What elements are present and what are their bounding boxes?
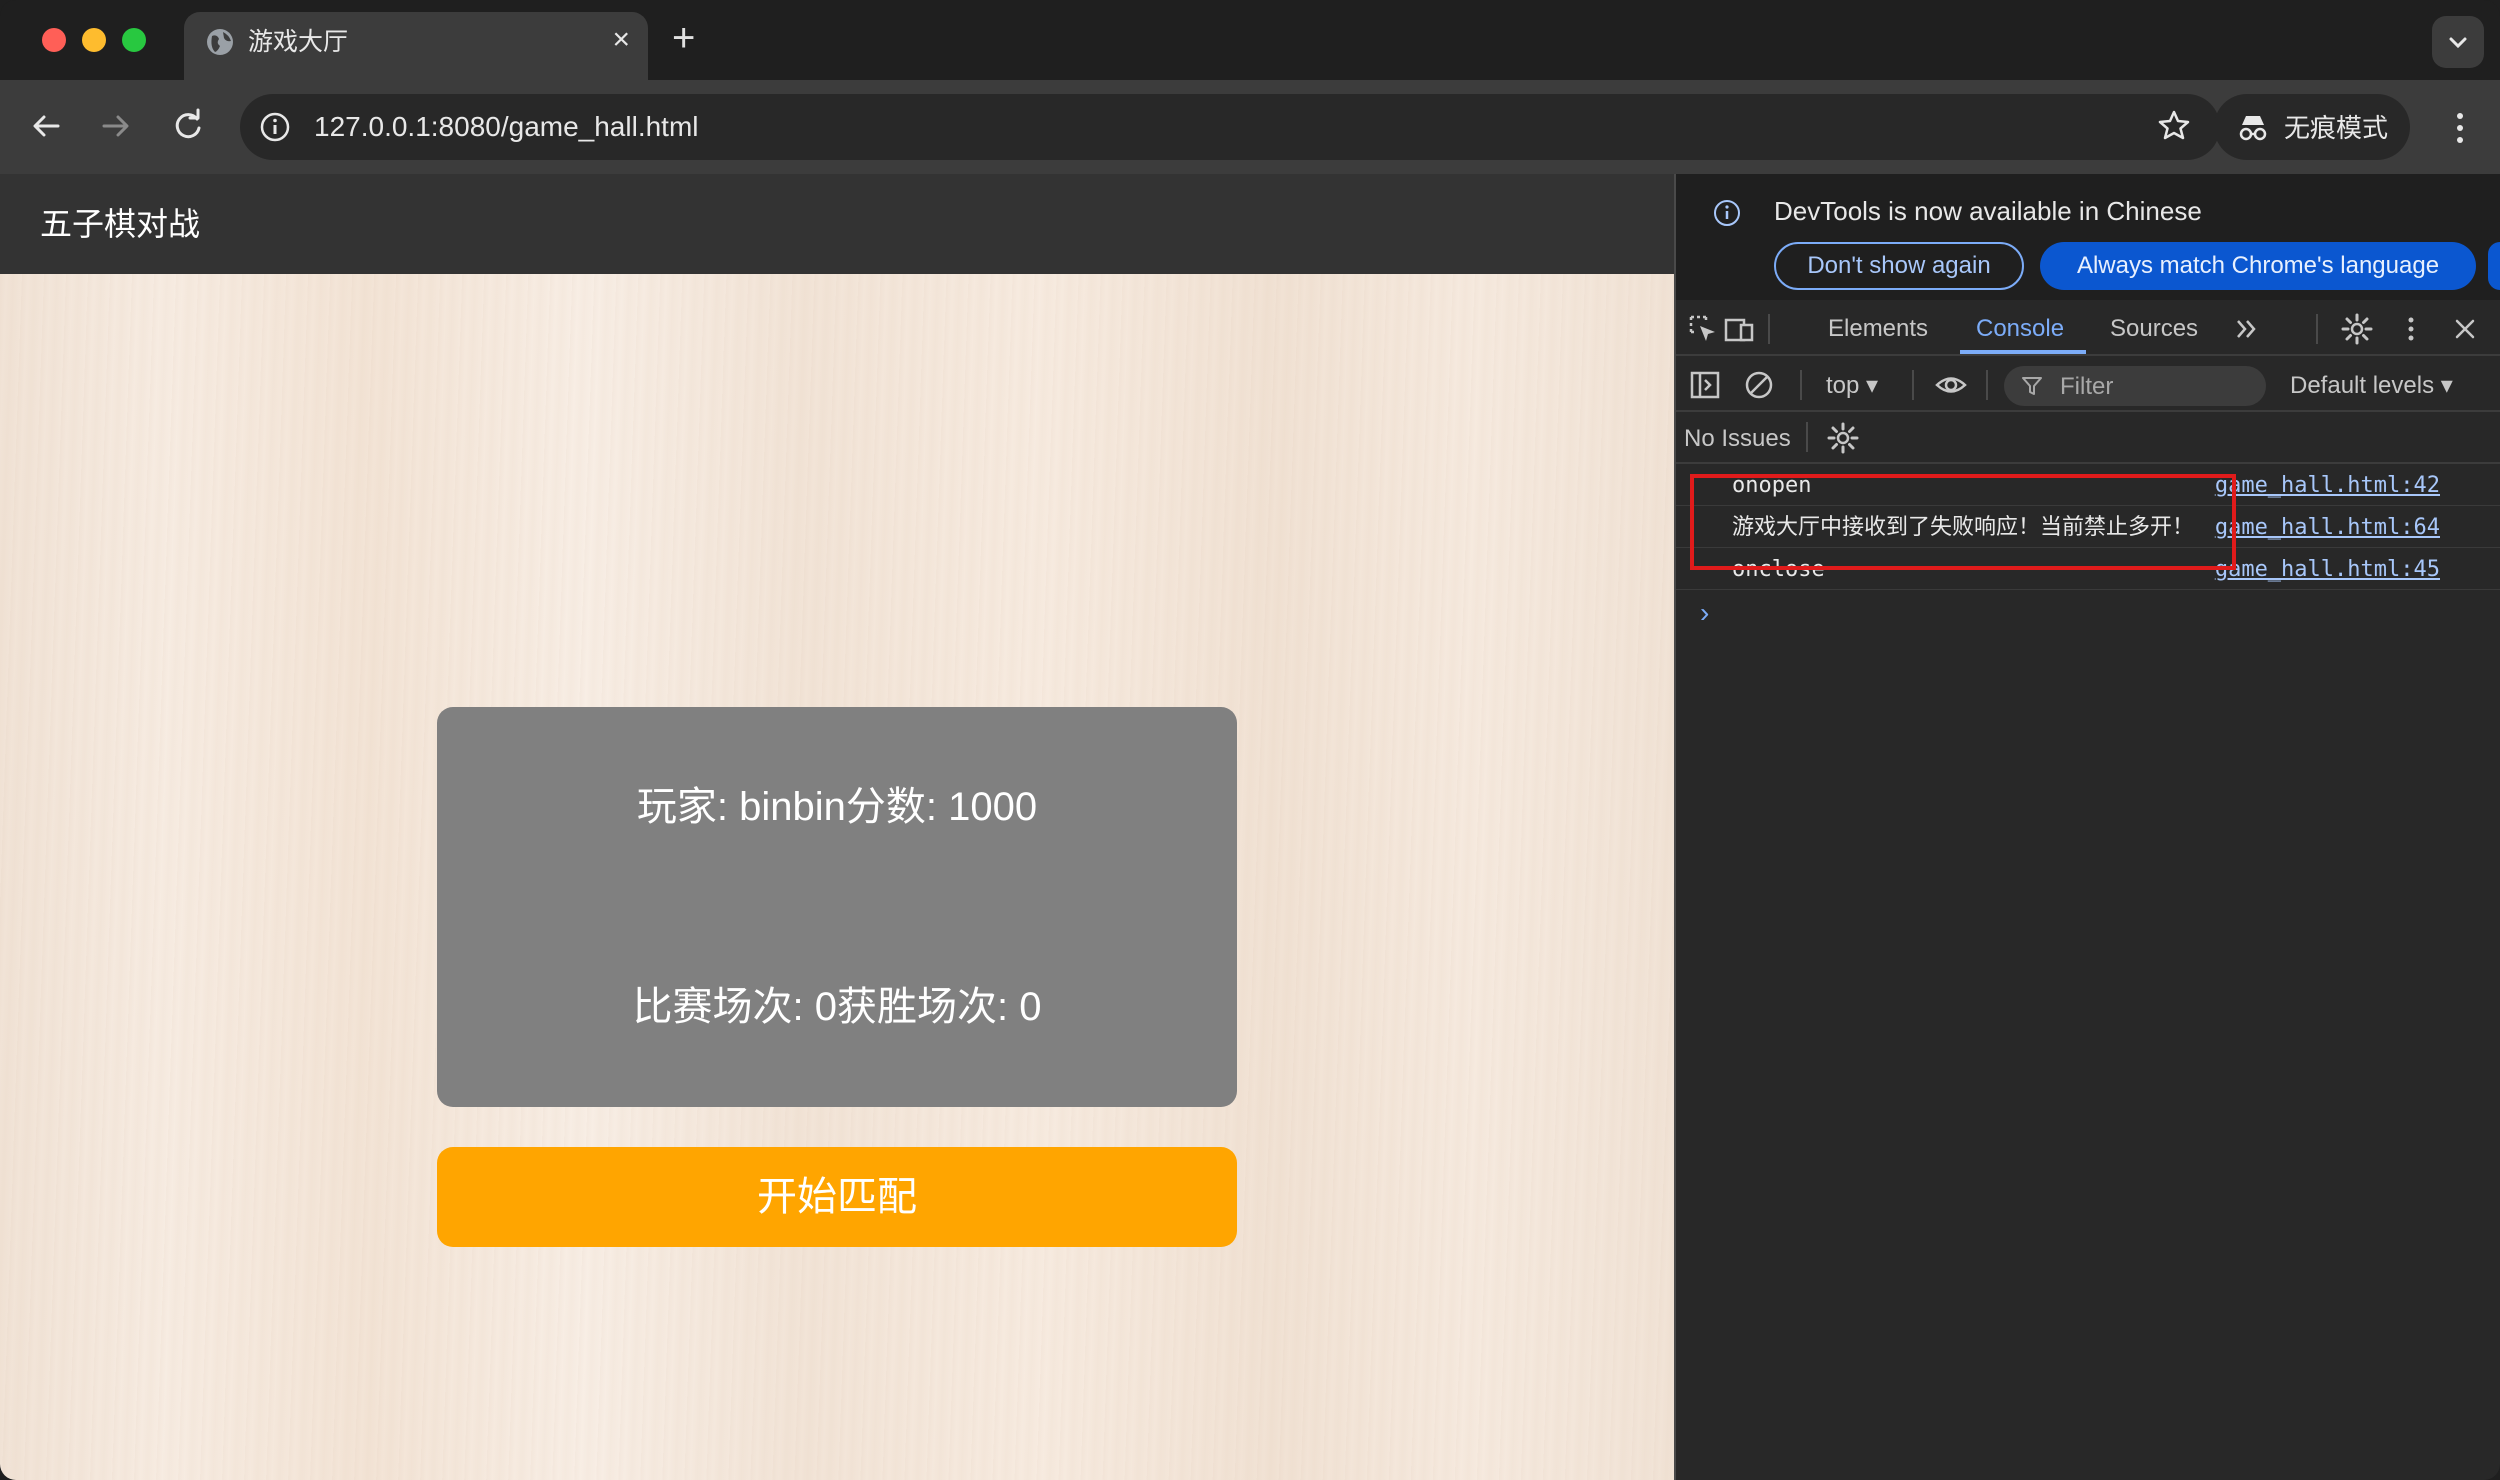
globe-icon [207,29,233,55]
tab-separator [1768,314,1770,344]
console-settings-gear-icon[interactable] [1826,421,1860,455]
devtools-panel: DevTools is now available in Chinese Don… [1674,174,2500,1480]
devtools-menu-icon[interactable] [2394,312,2428,346]
chevron-down-icon [2449,37,2467,49]
start-match-button[interactable]: 开始匹配 [437,1147,1237,1247]
filter-separator [1986,370,1988,400]
address-bar[interactable]: 127.0.0.1:8080/game_hall.html [240,94,2220,160]
more-vertical-icon[interactable] [2440,106,2480,150]
bookmark-star-icon[interactable] [2156,108,2192,144]
minimize-window-button[interactable] [82,28,106,52]
more-tabs-chevron-icon[interactable] [2230,312,2264,346]
tab-close-icon[interactable]: × [612,24,630,56]
sidebar-toggle-icon[interactable] [1688,368,1722,402]
devtools-language-infobar: DevTools is now available in Chinese Don… [1676,174,2500,300]
info-icon [1714,200,1740,226]
dont-show-again-button[interactable]: Don't show again [1774,242,2024,290]
new-tab-button[interactable]: + [672,18,695,58]
web-page: 五子棋对战 玩家: binbin分数: 1000 比赛场次: 0获胜场次: 0 … [0,174,1674,1480]
context-selector[interactable]: top ▾ [1826,371,1878,401]
page-header: 五子棋对战 [0,174,1674,274]
live-expression-eye-icon[interactable] [1934,368,1968,402]
close-devtools-icon[interactable] [2448,312,2482,346]
maximize-window-button[interactable] [122,28,146,52]
tab-game-hall[interactable]: 游戏大厅 × [184,12,648,80]
device-toolbar-icon[interactable] [1722,312,1756,346]
annotation-highlight-box [1690,474,2236,570]
player-info-card: 玩家: binbin分数: 1000 比赛场次: 0获胜场次: 0 [437,707,1237,1107]
close-window-button[interactable] [42,28,66,52]
page-title: 五子棋对战 [40,206,201,242]
browser-window: 游戏大厅 × + 127.0.0.1:8080/game_hall.html 无… [0,0,2500,1480]
tab-separator [2316,314,2318,344]
forward-arrow-icon[interactable] [94,104,138,148]
levels-value: Default levels [2290,372,2435,399]
console-filter-input[interactable]: Filter [2004,366,2266,406]
tab-sources[interactable]: Sources [2110,314,2198,344]
player-match-stats: 比赛场次: 0获胜场次: 0 [632,985,1042,1029]
log-source-link[interactable]: game_hall.html:45 [2215,556,2440,584]
site-info-icon[interactable] [258,110,292,144]
issues-count[interactable]: No Issues [1684,424,1791,454]
incognito-indicator[interactable]: 无痕模式 [2214,94,2410,160]
tab-console[interactable]: Console [1976,314,2064,344]
match-chrome-language-button[interactable]: Always match Chrome's language [2040,242,2476,290]
incognito-icon [2239,116,2267,141]
filter-separator [1912,370,1914,400]
tab-search-button[interactable] [2432,16,2484,68]
tab-elements[interactable]: Elements [1828,314,1928,344]
player-name-score: 玩家: binbin分数: 1000 [636,785,1038,829]
console-prompt[interactable]: › [1700,598,1709,628]
log-levels-dropdown[interactable]: Default levels ▾ [2290,371,2453,401]
settings-gear-icon[interactable] [2340,312,2374,346]
console-filter-bar: top ▾ Filter Default levels ▾ [1676,358,2500,412]
tab-strip: 游戏大厅 × + [0,0,2500,80]
devtools-tab-bar: Elements Console Sources [1676,300,2500,356]
back-arrow-icon[interactable] [24,104,68,148]
issues-separator [1806,422,1808,452]
infobar-message: DevTools is now available in Chinese [1774,196,2202,226]
filter-separator [1800,370,1802,400]
console-output: onopen game_hall.html:42 游戏大厅中接收到了失败响应！当… [1676,464,2500,1480]
filter-placeholder: Filter [2060,373,2114,400]
url-text[interactable]: 127.0.0.1:8080/game_hall.html [314,111,699,143]
browser-toolbar: 127.0.0.1:8080/game_hall.html 无痕模式 [0,80,2500,174]
tab-title: 游戏大厅 [248,28,349,56]
filter-funnel-icon [2022,377,2042,395]
active-tab-indicator [1960,350,2086,354]
context-value: top [1826,372,1860,399]
reload-icon[interactable] [166,104,210,148]
log-source-link[interactable]: game_hall.html:64 [2215,514,2440,542]
log-source-link[interactable]: game_hall.html:42 [2215,472,2440,500]
clear-console-icon[interactable] [1742,368,1776,402]
incognito-label: 无痕模式 [2284,113,2389,143]
issues-bar: No Issues [1676,412,2500,464]
inspect-element-icon[interactable] [1686,312,1720,346]
infobar-overflow-button[interactable] [2488,242,2500,290]
page-body: 玩家: binbin分数: 1000 比赛场次: 0获胜场次: 0 开始匹配 [0,274,1674,1480]
